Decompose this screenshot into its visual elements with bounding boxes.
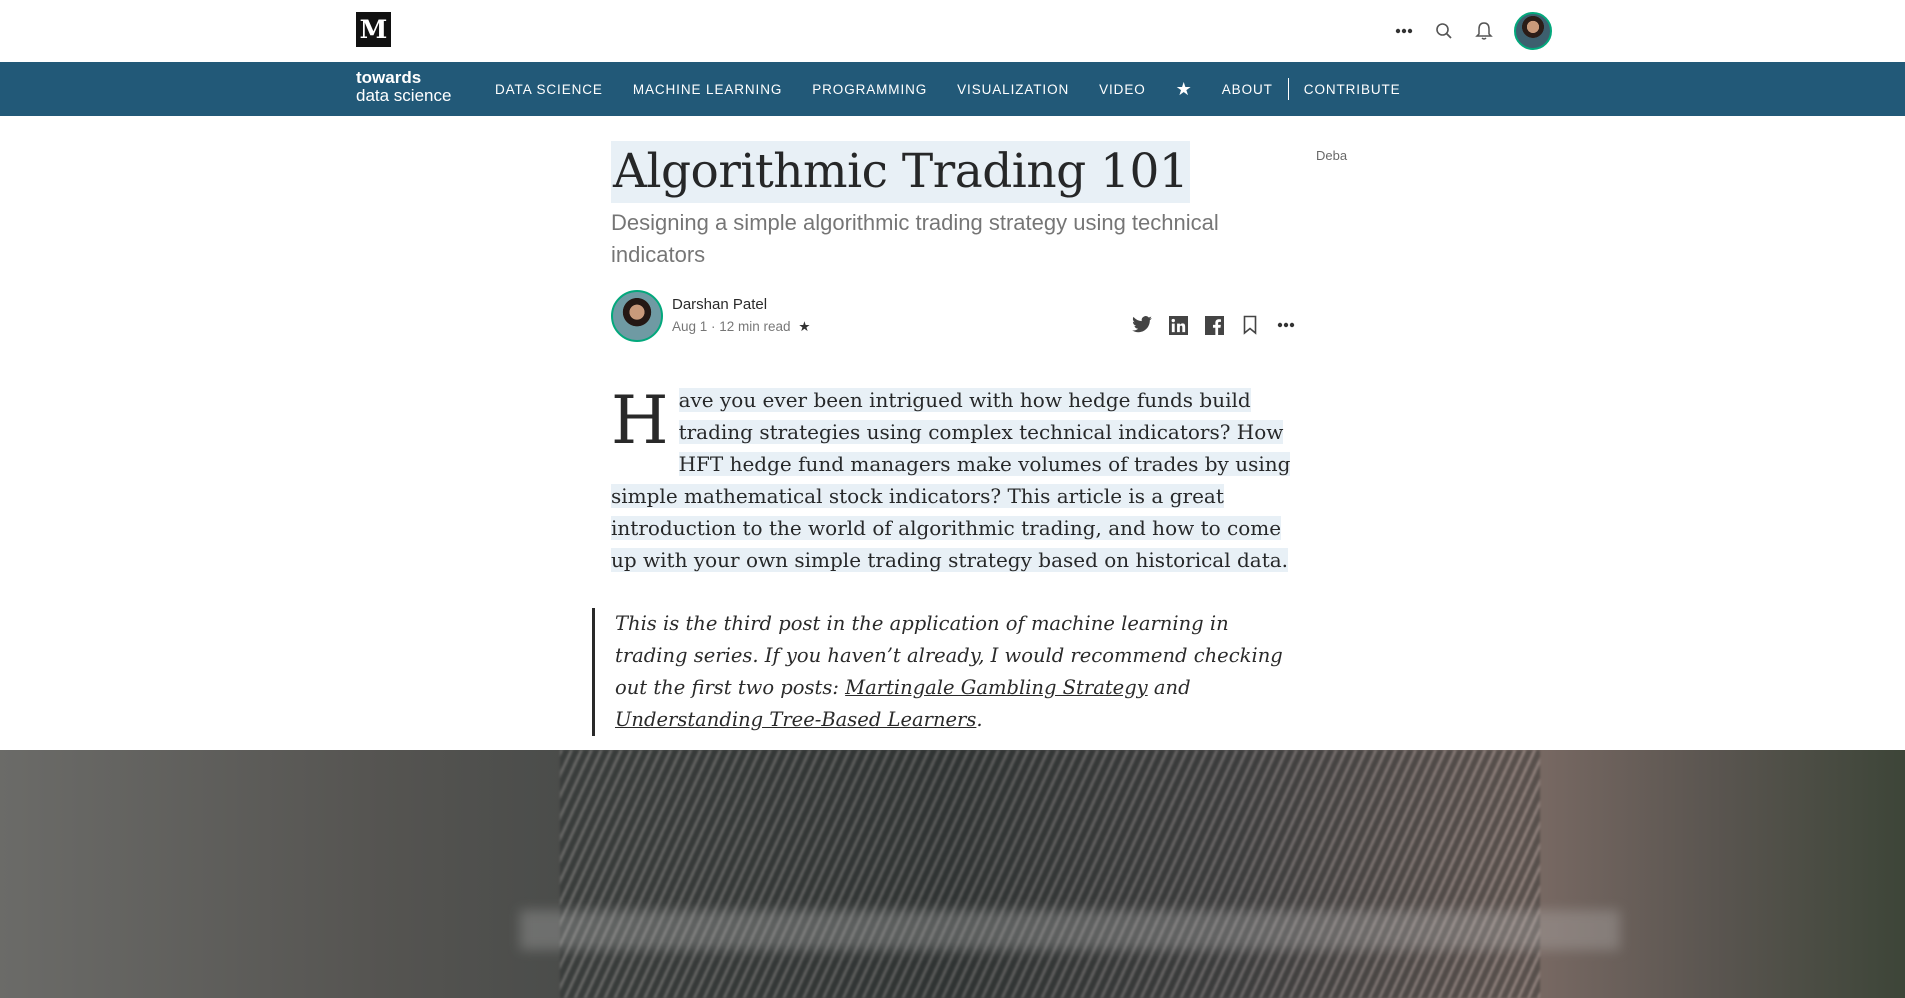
link-martingale[interactable]: Martingale Gambling Strategy [845,676,1148,699]
author-row: Darshan Patel Aug 1 · 12 min read ★ [611,290,1297,346]
author-name[interactable]: Darshan Patel [672,296,767,313]
nav-item-video[interactable]: VIDEO [1099,82,1146,97]
publication-nav: towards data science DATA SCIENCE MACHIN… [0,62,1905,116]
article-title: Algorithmic Trading 101 [611,141,1191,203]
more-icon[interactable] [1392,19,1416,43]
article-subtitle: Designing a simple algorithmic trading s… [611,210,1219,267]
search-icon[interactable] [1432,19,1456,43]
article-body: Have you ever been intrigued with how he… [611,384,1301,576]
side-text: Deba [1316,148,1348,163]
nav-item-visualization[interactable]: VISUALIZATION [957,82,1069,97]
publication-logo[interactable]: towards data science [356,69,451,105]
bookmark-icon[interactable] [1239,314,1261,336]
nav-item-machine-learning[interactable]: MACHINE LEARNING [633,82,782,97]
star-icon[interactable]: ★ [1176,79,1192,100]
user-avatar[interactable] [1514,12,1552,50]
hero-texture [560,750,1540,998]
member-star-icon: ★ [798,319,811,334]
author-avatar[interactable] [611,290,663,342]
linkedin-icon[interactable] [1167,314,1189,336]
medium-logo[interactable]: M [356,12,391,47]
publication-logo-line1: towards [356,68,422,87]
twitter-icon[interactable] [1131,314,1153,336]
publication-logo-line2: data science [356,86,452,105]
share-icons [1117,314,1297,336]
bell-icon[interactable] [1472,19,1496,43]
drop-cap: H [611,382,669,459]
top-bar: M [0,0,1905,62]
top-actions [1376,10,1552,52]
title-wrap: Algorithmic Trading 101 [611,141,1191,203]
facebook-icon[interactable] [1203,314,1225,336]
more-options-icon[interactable] [1275,314,1297,336]
quote-and: and [1147,676,1191,699]
quote-end: . [976,708,983,731]
nav-item-contribute[interactable]: CONTRIBUTE [1304,82,1401,97]
nav-item-data-science[interactable]: DATA SCIENCE [495,82,603,97]
article-meta: Aug 1 · 12 min read ★ [672,319,810,335]
nav-item-programming[interactable]: PROGRAMMING [812,82,927,97]
nav-item-about[interactable]: ABOUT [1222,82,1273,97]
nav-items: DATA SCIENCE MACHINE LEARNING PROGRAMMIN… [495,62,1431,116]
link-tree-based[interactable]: Understanding Tree-Based Learners [615,708,976,731]
article-meta-text: Aug 1 · 12 min read [672,319,791,334]
body-text: ave you ever been intrigued with how hed… [611,388,1291,572]
series-quote: This is the third post in the applicatio… [592,608,1292,736]
nav-divider [1287,78,1289,100]
hero-highlight [520,910,1620,950]
hero-image [0,750,1905,998]
